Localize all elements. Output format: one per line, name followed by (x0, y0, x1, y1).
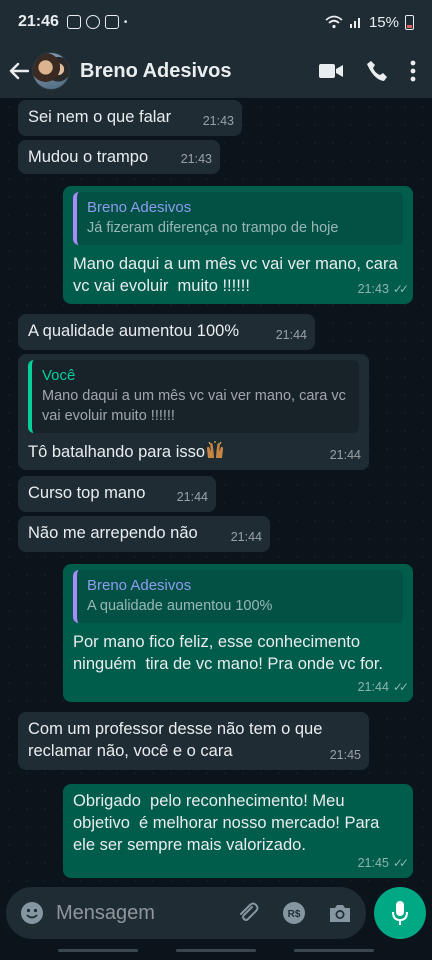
message-text: Mano daqui a um mês vc vai ver mano, car… (73, 255, 403, 295)
message-text: Com um professor desse não tem o que rec… (28, 720, 327, 760)
voice-record-button[interactable] (374, 887, 426, 939)
message-outgoing[interactable]: Obrigado pelo reconhecimento! Meu objeti… (63, 784, 413, 878)
message-text: Tô batalhando para isso (28, 443, 206, 461)
microphone-icon (392, 901, 408, 925)
message-text: A qualidade aumentou 100% (28, 322, 240, 340)
quote-text: A qualidade aumentou 100% (87, 598, 273, 614)
battery-icon (405, 14, 414, 30)
message-incoming[interactable]: A qualidade aumentou 100% 21:44 (18, 314, 315, 350)
message-incoming[interactable]: Você Mano daqui a um mês vc vai ver mano… (18, 354, 369, 470)
message-text: Sei nem o que falar (28, 108, 172, 126)
payment-icon[interactable]: R$ (282, 901, 306, 925)
read-receipt-icon: ✓✓ (392, 282, 409, 296)
nav-home-button[interactable] (176, 949, 256, 952)
video-notification-icon (104, 15, 119, 29)
message-time: 21:44 (329, 448, 361, 462)
read-receipt-icon: ✓✓ (392, 856, 409, 870)
quoted-message[interactable]: Você Mano daqui a um mês vc vai ver mano… (28, 360, 359, 433)
system-navigation-bar (0, 942, 432, 960)
attach-icon[interactable] (236, 901, 260, 925)
message-time: 21:43 (180, 152, 212, 166)
quote-author: Você (42, 367, 76, 384)
message-incoming[interactable]: Curso top mano 21:44 (18, 476, 216, 512)
back-button[interactable] (8, 56, 30, 86)
signal-icon (349, 18, 360, 28)
message-incoming[interactable]: Sei nem o que falar 21:43 (18, 100, 242, 136)
status-time: 21:46 (18, 13, 59, 30)
quote-text: Já fizeram diferença no trampo de hoje (87, 220, 339, 236)
quote-author: Breno Adesivos (87, 199, 192, 216)
svg-text:R$: R$ (288, 909, 301, 920)
emoji-icon[interactable] (20, 901, 44, 925)
gallery-notification-icon (66, 15, 81, 29)
message-outgoing[interactable]: Breno Adesivos Já fizeram diferença no t… (63, 186, 413, 304)
chat-header: Breno Adesivos (0, 44, 432, 98)
message-composer: Mensagem R$ (0, 884, 432, 942)
message-time: 21:45 (357, 856, 389, 870)
raised-hands-emoji (207, 441, 224, 458)
message-text: Não me arrependo não (28, 524, 198, 542)
message-incoming[interactable]: Com um professor desse não tem o que rec… (18, 712, 369, 770)
message-outgoing[interactable]: Breno Adesivos A qualidade aumentou 100%… (63, 564, 413, 702)
message-time: 21:44 (230, 530, 262, 544)
message-incoming[interactable]: Não me arrependo não 21:44 (18, 516, 270, 552)
message-time: 21:44 (176, 490, 208, 504)
more-options-icon[interactable] (410, 60, 416, 82)
message-incoming[interactable]: Mudou o trampo 21:43 (18, 140, 220, 174)
more-notifications-icon: • (123, 16, 128, 28)
wifi-icon (325, 15, 343, 29)
nav-back-button[interactable] (294, 949, 374, 952)
arrow-left-icon (9, 62, 29, 80)
message-text: Por mano fico feliz, esse conhecimento n… (73, 633, 383, 673)
status-bar: 21:46 • 15% (0, 0, 432, 44)
quote-author: Breno Adesivos (87, 577, 192, 594)
camera-icon[interactable] (328, 902, 352, 924)
quoted-message[interactable]: Breno Adesivos Já fizeram diferença no t… (73, 192, 403, 245)
message-input[interactable]: Mensagem R$ (6, 887, 366, 939)
message-placeholder: Mensagem (56, 901, 155, 924)
video-call-icon[interactable] (318, 62, 344, 80)
message-time: 21:43 (202, 114, 234, 128)
message-time: 21:44 (357, 680, 389, 694)
nav-recents-button[interactable] (58, 949, 138, 952)
message-time: 21:45 (329, 748, 361, 762)
quote-text: Mano daqui a um mês vc vai ver mano, car… (42, 388, 346, 424)
message-time: 21:44 (275, 328, 307, 342)
battery-percent: 15% (368, 13, 399, 31)
message-time: 21:43 (357, 282, 389, 296)
quoted-message[interactable]: Breno Adesivos A qualidade aumentou 100% (73, 570, 403, 623)
message-text: Obrigado pelo reconhecimento! Meu objeti… (73, 792, 384, 854)
chat-area[interactable]: Sei nem o que falar 21:43 Mudou o trampo… (0, 98, 432, 882)
voice-call-icon[interactable] (366, 60, 388, 82)
contact-avatar[interactable] (32, 52, 70, 90)
read-receipt-icon: ✓✓ (392, 680, 409, 694)
contact-name[interactable]: Breno Adesivos (80, 60, 232, 83)
sync-notification-icon (85, 15, 100, 29)
